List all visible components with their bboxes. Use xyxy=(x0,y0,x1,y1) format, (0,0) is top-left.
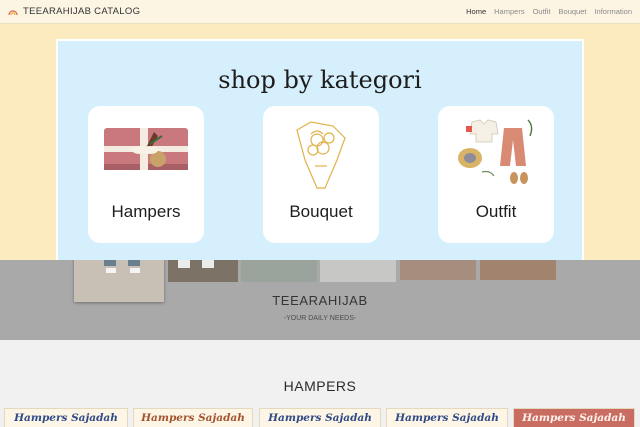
hampers-product-title: Hampers Sajadah xyxy=(522,412,626,424)
gallery-photo xyxy=(400,260,476,280)
nav-links: Home Hampers Outfit Bouquet Information xyxy=(466,7,632,16)
rainbow-logo-icon xyxy=(8,10,18,15)
nav-link-bouquet[interactable]: Bouquet xyxy=(559,7,587,16)
category-card-hampers[interactable]: Hampers xyxy=(88,106,204,243)
hampers-product-card[interactable]: Hampers Sajadah xyxy=(513,408,635,427)
brand-name: TEEARAHIJAB CATALOG xyxy=(23,6,141,17)
clothing-set-icon xyxy=(458,119,533,184)
gallery-photo xyxy=(241,260,317,282)
banner-tagline: -YOUR DAILY NEEDS- xyxy=(283,315,357,322)
nav-link-home[interactable]: Home xyxy=(466,7,486,16)
nav-link-outfit[interactable]: Outfit xyxy=(533,7,551,16)
brand[interactable]: TEEARAHIJAB CATALOG xyxy=(8,6,140,17)
category-card-bouquet[interactable]: Bouquet xyxy=(263,106,379,243)
navbar: TEEARAHIJAB CATALOG Home Hampers Outfit … xyxy=(0,0,640,24)
flower-bouquet-icon xyxy=(296,121,346,189)
gallery-photo xyxy=(320,260,396,282)
hampers-product-card[interactable]: Hampers Sajadah xyxy=(259,408,381,427)
category-panel: shop by kategori Hampers Bouquet Outfit xyxy=(56,39,584,260)
hampers-product-title: Hampers Sajadah xyxy=(395,412,499,424)
hampers-product-title: Hampers Sajadah xyxy=(141,412,245,424)
category-label-hampers: Hampers xyxy=(111,202,181,221)
category-label-bouquet: Bouquet xyxy=(289,202,353,221)
category-card-outfit[interactable]: Outfit xyxy=(438,106,554,243)
category-label-outfit: Outfit xyxy=(475,202,517,221)
hampers-product-card[interactable]: Hampers Sajadah xyxy=(386,408,508,427)
nav-link-hampers[interactable]: Hampers xyxy=(494,7,524,16)
gallery-photo xyxy=(480,260,556,280)
gallery-photo xyxy=(168,260,238,282)
hampers-product-title: Hampers Sajadah xyxy=(268,412,372,424)
hampers-section-title: HAMPERS xyxy=(283,378,357,394)
category-title: shop by kategori xyxy=(218,66,422,94)
nav-link-information[interactable]: Information xyxy=(594,7,632,16)
hampers-product-card[interactable]: Hampers Sajadah xyxy=(4,408,128,427)
hampers-product-card[interactable]: Hampers Sajadah xyxy=(133,408,253,427)
gift-box-icon xyxy=(104,128,188,170)
hampers-product-title: Hampers Sajadah xyxy=(14,412,118,424)
banner-site-name: TEEARAHIJAB xyxy=(272,293,368,308)
